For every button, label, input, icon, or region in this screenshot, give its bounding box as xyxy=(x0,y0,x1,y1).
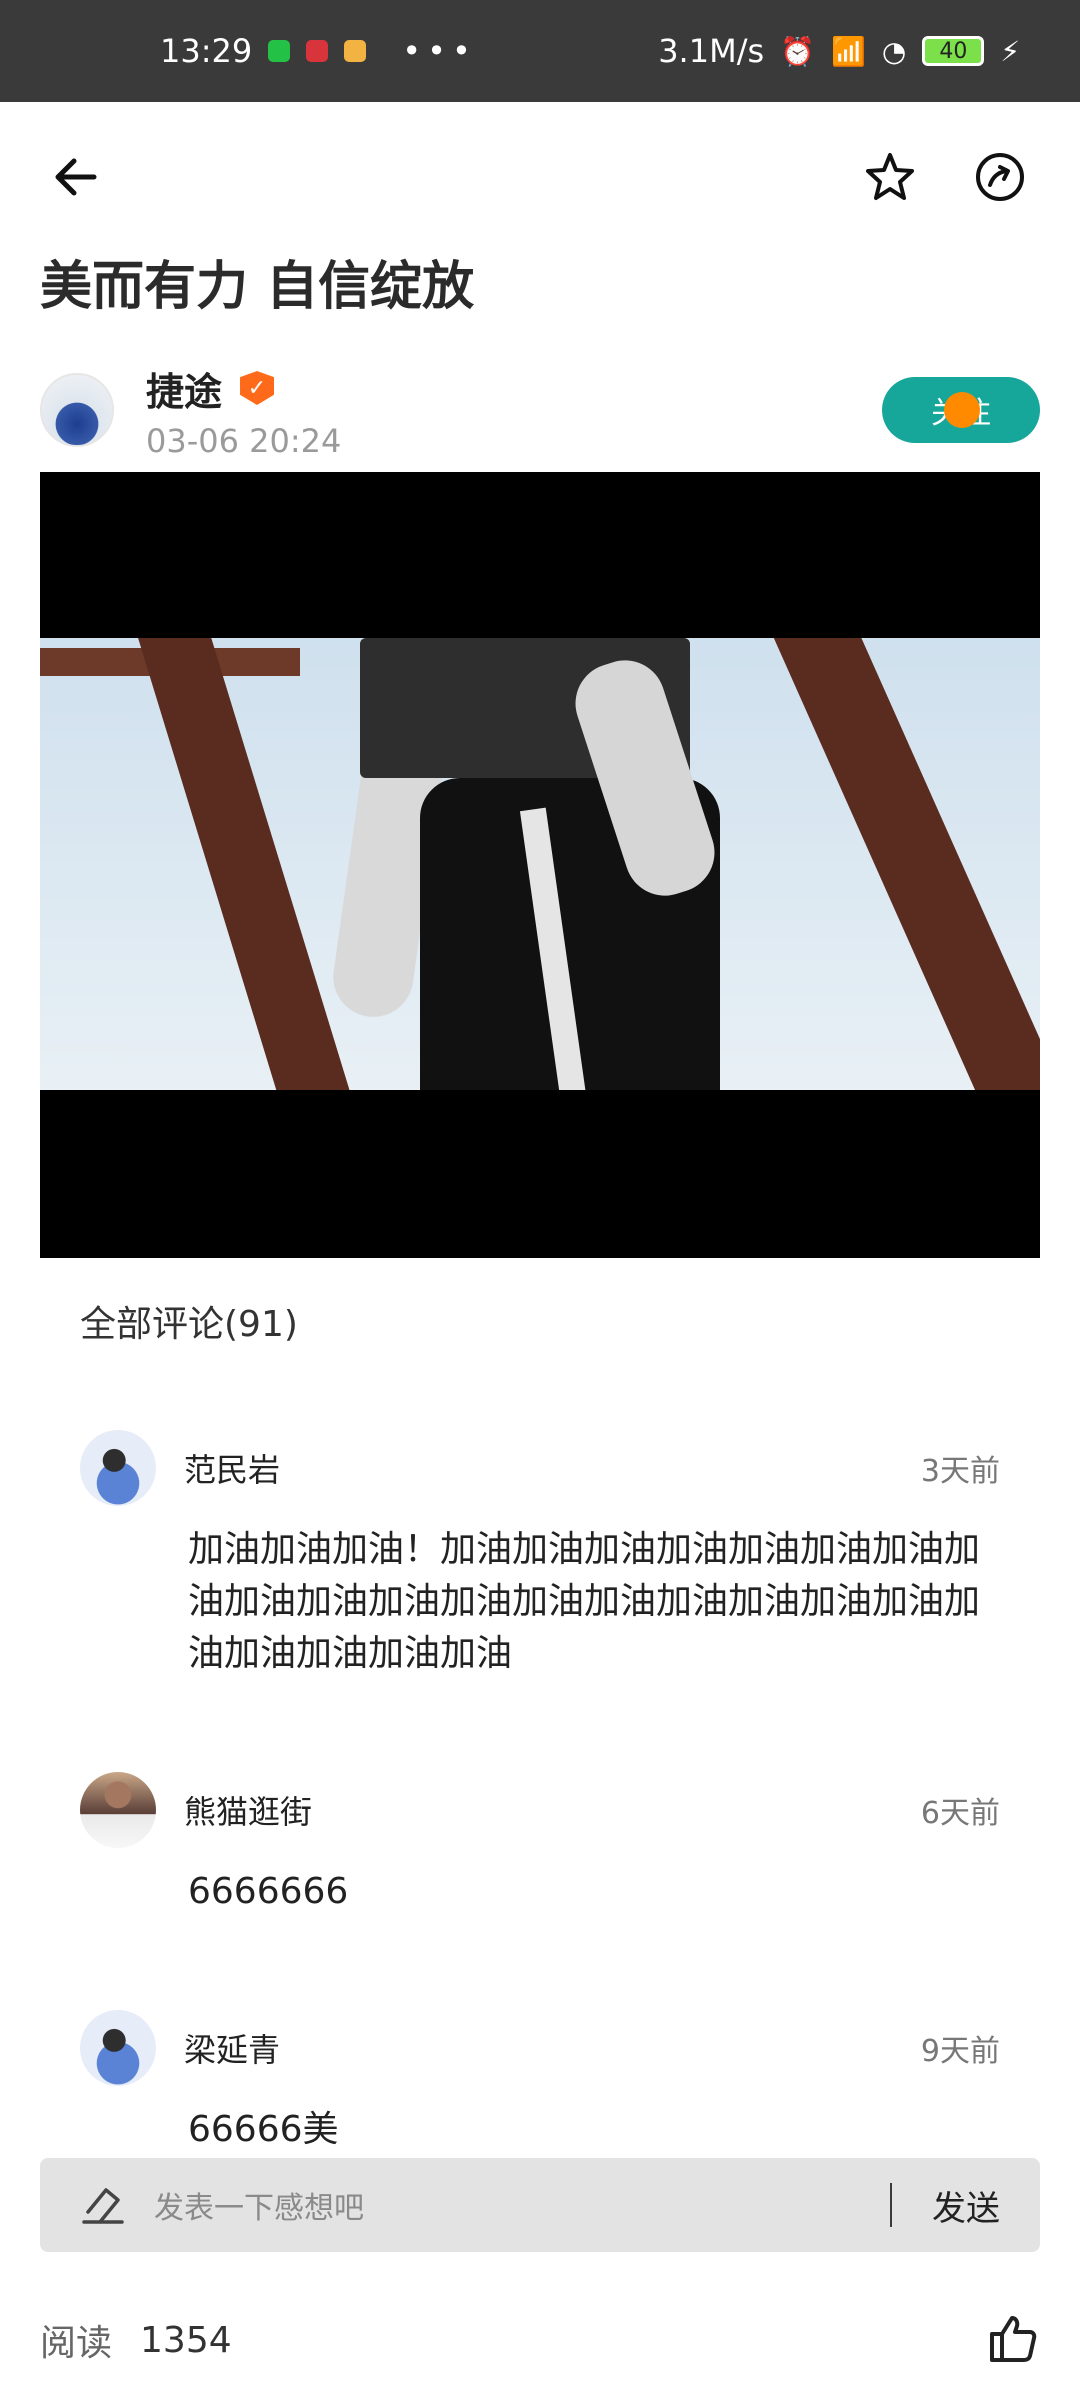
comment-time: 9天前 xyxy=(920,2034,1000,2069)
post-timestamp: 03-06 20:24 xyxy=(146,421,342,460)
more-notifications-icon: ••• xyxy=(402,32,477,70)
comment-text: 加油加油加油！加油加油加油加油加油加油加油加油加油加油加油加油加油加油加油加油加… xyxy=(188,1529,981,1674)
app-notification-icon xyxy=(306,40,329,62)
comment-user[interactable]: 范民岩 xyxy=(184,1445,280,1491)
edit-icon xyxy=(82,2188,124,2224)
charging-icon: ⚡ xyxy=(1000,34,1020,68)
video-beam xyxy=(132,638,358,1090)
battery-icon: 40 xyxy=(922,36,985,66)
read-label: 阅读 xyxy=(40,2323,113,2364)
comment-text: 6666666 xyxy=(188,1871,349,1912)
comment-avatar[interactable] xyxy=(80,1430,156,1506)
comment-user[interactable]: 熊猫逛街 xyxy=(184,1787,312,1833)
status-bar: 13:29 ••• 3.1M/s ⏰ 📶 ◔ 40 ⚡ xyxy=(0,0,1080,102)
video-beam xyxy=(773,638,1040,1090)
comments-header: 全部评论(91) xyxy=(80,1304,298,1345)
network-speed: 3.1M/s xyxy=(658,32,765,70)
star-icon xyxy=(866,153,914,200)
signal-icon: 📶 xyxy=(831,34,866,68)
status-time: 13:29 xyxy=(160,32,253,70)
video-player[interactable] xyxy=(40,472,1040,1258)
comment-input-bar[interactable]: 发表一下感想吧 发送 xyxy=(40,2158,1040,2252)
wifi-icon: ◔ xyxy=(881,34,907,68)
comment-head: 范民岩 3天前 xyxy=(80,1430,1000,1506)
comment-time: 6天前 xyxy=(920,1796,1000,1831)
comment-input-placeholder[interactable]: 发表一下感想吧 xyxy=(154,2183,890,2227)
author-name[interactable]: 捷途 xyxy=(146,361,222,416)
follow-button[interactable]: 关注 xyxy=(882,377,1040,443)
battery-level: 40 xyxy=(939,38,968,64)
comment-avatar[interactable] xyxy=(80,2010,156,2086)
comment-item: 梁延青 9天前 66666美 xyxy=(80,2010,1000,2156)
share-icon xyxy=(976,153,1024,201)
video-frame xyxy=(40,638,1040,1090)
comment-user[interactable]: 梁延青 xyxy=(184,2025,280,2071)
back-button[interactable] xyxy=(40,137,120,217)
status-right: 3.1M/s ⏰ 📶 ◔ 40 ⚡ xyxy=(658,32,1020,70)
like-button[interactable] xyxy=(984,2310,1040,2370)
comment-time: 3天前 xyxy=(920,1454,1000,1489)
author-avatar[interactable] xyxy=(40,373,114,447)
comment-avatar[interactable] xyxy=(80,1772,156,1848)
arrow-left-icon xyxy=(55,158,97,196)
verified-badge-icon: ✓ xyxy=(240,371,275,405)
send-button[interactable]: 发送 xyxy=(932,2181,1000,2230)
topnav-actions xyxy=(850,137,1040,217)
comment-item: 熊猫逛街 6天前 6666666 xyxy=(80,1772,1000,1918)
comment-item: 范民岩 3天前 加油加油加油！加油加油加油加油加油加油加油加油加油加油加油加油加… xyxy=(80,1430,1000,1680)
favorite-button[interactable] xyxy=(850,137,930,217)
comment-head: 熊猫逛街 6天前 xyxy=(80,1772,1000,1848)
top-navigation xyxy=(0,102,1080,252)
input-divider xyxy=(890,2183,892,2227)
status-left: 13:29 ••• xyxy=(160,32,477,70)
post-title: 美而有力 自信绽放 xyxy=(40,257,475,317)
app-notification-icon xyxy=(344,40,367,62)
wechat-notification-icon xyxy=(268,40,291,62)
touch-indicator xyxy=(944,392,980,428)
author-row: 捷途 ✓ 03-06 20:24 关注 xyxy=(40,365,1040,460)
comment-head: 梁延青 9天前 xyxy=(80,2010,1000,2086)
thumbs-up-icon xyxy=(990,2316,1037,2362)
author-info: 捷途 ✓ 03-06 20:24 xyxy=(146,361,341,460)
comment-text: 66666美 xyxy=(188,2109,339,2150)
bottom-stats: 阅读 1354 xyxy=(40,2300,1040,2380)
share-button[interactable] xyxy=(960,137,1040,217)
alarm-icon: ⏰ xyxy=(780,34,816,68)
author-name-row: 捷途 ✓ xyxy=(146,361,341,416)
read-count: 1354 xyxy=(140,2319,232,2361)
